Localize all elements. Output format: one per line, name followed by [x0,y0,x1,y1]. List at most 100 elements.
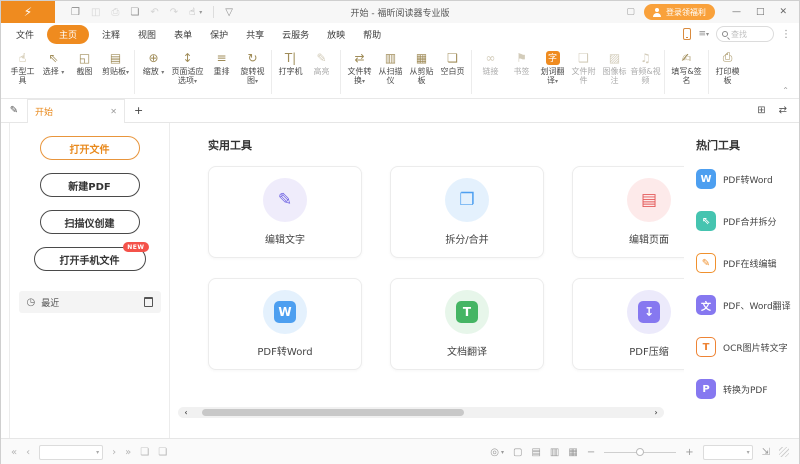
zoom-dropdown-icon[interactable]: ▾ [747,449,750,456]
grid-view-icon[interactable]: ⊞ [757,105,765,116]
zoom-level-input[interactable] [706,447,747,457]
collapse-ribbon-icon[interactable]: ⌃ [782,86,789,95]
first-page-icon[interactable]: « [11,447,17,458]
ribbon-from-clipboard[interactable]: ▦ 从剪贴板 [406,48,437,86]
zoom-in-icon[interactable]: + [685,447,693,458]
ribbon-file-attachment[interactable]: ❑ 文件附件 [568,48,599,86]
login-button[interactable]: 登录领福利 [643,4,715,20]
hot-online-edit[interactable]: ✎ PDF在线编辑 [696,253,799,273]
hot-ocr[interactable]: T OCR图片转文字 [696,337,799,357]
facing-page-icon[interactable]: ▥ [550,447,559,458]
nav-panel-strip[interactable] [1,123,10,438]
card-pdf-compress[interactable]: ↧ PDF压缩 [572,278,684,370]
card-doc-translate[interactable]: T 文档翻译 [390,278,544,370]
customize-toolbar-icon[interactable]: ▽ [225,7,233,18]
hot-pdf-to-word[interactable]: W PDF转Word [696,169,799,189]
next-view-icon[interactable]: ❏ [158,447,167,458]
zoom-level-box[interactable]: ▾ [702,444,753,460]
find-input[interactable] [731,29,765,39]
recent-section[interactable]: ◷ 最近 [18,291,161,313]
close-button[interactable]: ✕ [779,7,787,17]
ribbon-snapshot[interactable]: ◱ 截图 [69,48,100,77]
card-pdf-to-word[interactable]: W PDF转Word [208,278,362,370]
ribbon-image-annotation[interactable]: ▨ 图像标注 [599,48,630,86]
fullscreen-icon[interactable]: ⇲ [762,447,770,458]
previous-view-icon[interactable]: ❏ [140,447,149,458]
more-menu-icon[interactable]: ⋮ [781,29,791,40]
create-pdf-button[interactable]: 新建PDF [39,173,140,197]
zoom-slider[interactable] [604,447,677,456]
menu-present[interactable]: 放映 [318,26,354,43]
resize-grip[interactable] [779,447,789,457]
trash-icon[interactable] [143,297,153,307]
card-edit-pages[interactable]: ▤ 编辑页面 [572,166,684,258]
ribbon-reflow[interactable]: ≡ 重排 [206,48,237,77]
ribbon-fill-sign[interactable]: ✍ 填写&签名 [668,48,705,86]
view-options[interactable]: ◎ ▾ [490,447,504,458]
ribbon-print-template[interactable]: ⎙ 打印模板 [712,48,743,85]
scroll-left-icon[interactable]: ‹ [178,408,194,417]
hot-convert-to-pdf[interactable]: P 转换为PDF [696,379,799,399]
hot-word-translate[interactable]: 文 PDF、Word翻译 [696,295,799,315]
page-dropdown-icon[interactable]: ▾ [96,449,99,456]
ribbon-select[interactable]: ⇖ 选择 ▾ [38,48,69,77]
ribbon-typewriter[interactable]: T| 打字机 [275,48,306,77]
save-icon[interactable]: ◫ [91,7,100,18]
new-document-icon[interactable]: ❏ [130,7,139,18]
menu-protect[interactable]: 保护 [201,26,237,43]
ribbon-link[interactable]: ∞ 链接 [475,48,506,77]
menu-file[interactable]: 文件 [7,26,43,43]
card-edit-text[interactable]: ✎ 编辑文字 [208,166,362,258]
zoom-slider-thumb[interactable] [636,447,645,456]
ribbon-rotate-view[interactable]: ↻ 旋转视图▾ [237,48,268,86]
open-file-button[interactable]: 打开文件 [39,136,140,160]
last-page-icon[interactable]: » [125,447,131,458]
hand-tool-icon[interactable]: ☝ [189,7,195,18]
card-split-merge[interactable]: ❐ 拆分/合并 [390,166,544,258]
ribbon-zoom[interactable]: ⊕ 缩放 ▾ [138,48,169,77]
redo-icon[interactable]: ↷ [170,7,178,18]
menu-share[interactable]: 共享 [237,26,273,43]
menu-cloud[interactable]: 云服务 [273,26,318,43]
menu-help[interactable]: 帮助 [354,26,390,43]
undo-icon[interactable]: ↶ [150,7,158,18]
hot-merge-split[interactable]: ⇖ PDF合并拆分 [696,211,799,231]
menu-comment[interactable]: 注释 [93,26,129,43]
ribbon-audio-video[interactable]: ♫ 音频&视频 [630,48,661,86]
page-number-box[interactable]: ▾ [39,444,104,460]
open-file-icon[interactable]: ❒ [71,7,80,18]
scroll-right-icon[interactable]: › [648,408,664,417]
mobile-icon[interactable] [683,28,692,40]
open-mobile-file-button[interactable]: 打开手机文件 NEW [33,242,149,271]
menu-form[interactable]: 表单 [165,26,201,43]
ribbon-blank-page[interactable]: ❏ 空白页 [437,48,468,77]
horizontal-scrollbar[interactable]: ‹ › [178,407,664,418]
ribbon-bookmark[interactable]: ⚑ 书签 [506,48,537,77]
minimize-button[interactable]: — [732,7,741,17]
ribbon-fit-page[interactable]: ↕ 页面适应选项▾ [169,48,206,86]
search-list-icon[interactable]: ≡▾ [698,29,709,39]
theme-icon[interactable]: ▢ [626,7,635,17]
ribbon-convert-file[interactable]: ⇄ 文件转换▾ [344,48,375,86]
scanner-create-button[interactable]: 扫描仪创建 [39,210,140,234]
prev-page-icon[interactable]: ‹ [26,447,30,458]
scrollbar-thumb[interactable] [202,409,464,416]
single-page-icon[interactable]: ▢ [513,447,522,458]
next-page-icon[interactable]: › [112,447,116,458]
switch-tab-icon[interactable]: ⇄ [779,105,787,116]
ribbon-highlight[interactable]: ✎ 高亮 [306,48,337,77]
hand-tool-dropdown-icon[interactable]: ▾ [199,9,202,16]
menu-view[interactable]: 视图 [129,26,165,43]
maximize-button[interactable]: □ [756,7,765,17]
find-box[interactable] [716,26,774,42]
tab-start[interactable]: 开始 ✕ [27,98,125,123]
ribbon-clipboard[interactable]: ▤ 剪贴板▾ [100,48,131,77]
facing-continuous-icon[interactable]: ▦ [568,447,577,458]
ribbon-hand-tool[interactable]: ☝ 手型工具 [7,48,38,86]
menu-home[interactable]: 主页 [47,24,90,44]
ribbon-word-translate[interactable]: 字划词翻译▾ [537,48,568,86]
page-number-input[interactable] [43,447,97,457]
tab-close-icon[interactable]: ✕ [110,107,117,116]
edit-pencil-icon[interactable]: ✎ [1,105,27,116]
print-icon[interactable]: ⎙ [111,7,119,18]
